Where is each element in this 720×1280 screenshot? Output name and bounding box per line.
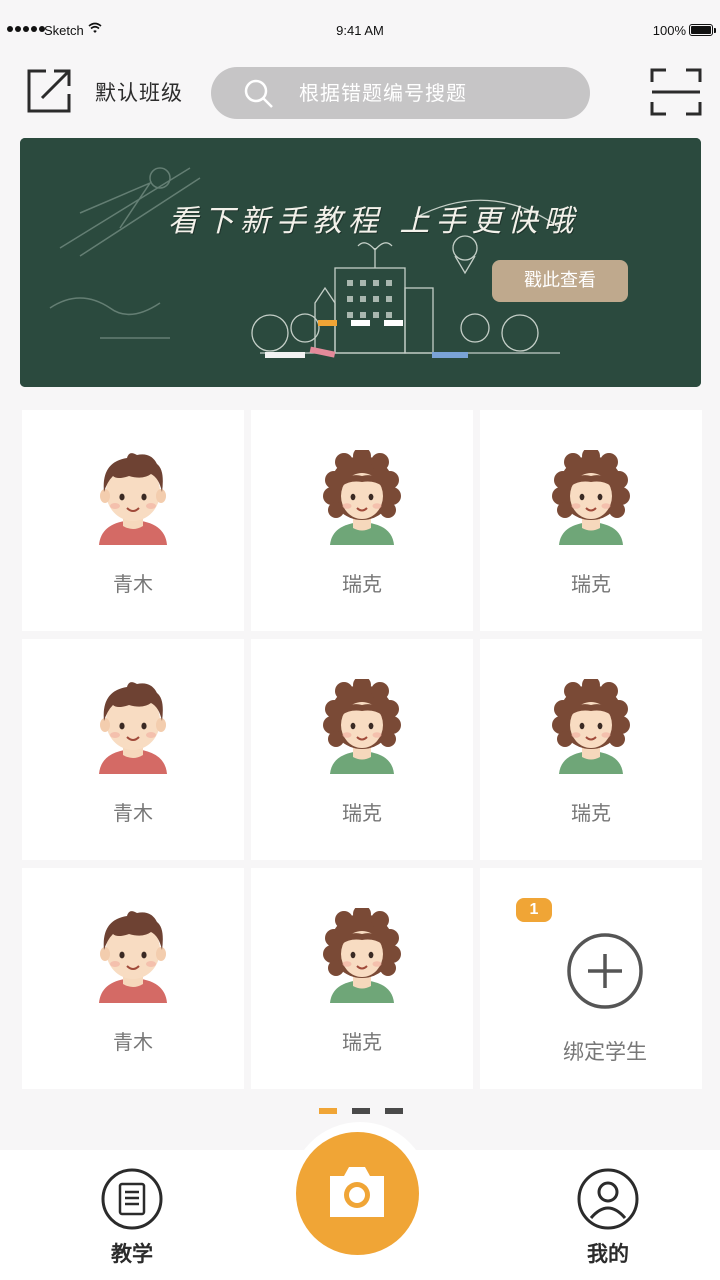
add-circle-icon <box>567 933 643 1009</box>
search-icon <box>244 79 273 108</box>
boy-avatar-icon <box>93 450 173 545</box>
student-name: 青木 <box>113 801 153 825</box>
scan-icon[interactable] <box>650 66 702 118</box>
header: 默认班级 <box>0 62 720 124</box>
student-card[interactable]: 青木 <box>22 639 244 860</box>
tab-teaching[interactable]: 教学 <box>72 1168 192 1278</box>
status-bar: Sketch 9:41 AM 100% <box>0 0 720 62</box>
student-name: 瑞克 <box>342 801 382 825</box>
notification-badge: 1 <box>516 898 552 922</box>
girl-avatar-icon <box>551 450 631 545</box>
student-card[interactable]: 瑞克 <box>251 410 473 631</box>
student-name: 青木 <box>113 572 153 596</box>
view-tutorial-button[interactable]: 戳此查看 <box>492 260 628 302</box>
girl-avatar-icon <box>551 679 631 774</box>
girl-avatar-icon <box>322 679 402 774</box>
tab-label: 我的 <box>587 1242 629 1266</box>
page-dot[interactable] <box>352 1108 370 1114</box>
student-name: 瑞克 <box>342 572 382 596</box>
tab-mine[interactable]: 我的 <box>548 1168 668 1278</box>
tutorial-banner[interactable]: 看下新手教程 上手更快哦 戳此查看 <box>20 138 701 387</box>
student-card[interactable]: 瑞克 <box>251 868 473 1089</box>
student-name: 瑞克 <box>571 572 611 596</box>
document-icon <box>101 1168 163 1230</box>
tab-label: 教学 <box>111 1242 153 1266</box>
student-name: 青木 <box>113 1030 153 1054</box>
page-dot[interactable] <box>385 1108 403 1114</box>
banner-title: 看下新手教程 上手更快哦 <box>168 204 580 239</box>
banner-dot[interactable] <box>384 320 403 326</box>
student-card[interactable]: 青木 <box>22 868 244 1089</box>
student-name: 瑞克 <box>571 801 611 825</box>
battery-percentage: 100% <box>652 23 686 38</box>
bind-student-label: 绑定学生 <box>563 1040 647 1064</box>
camera-button[interactable] <box>296 1132 419 1255</box>
class-title[interactable]: 默认班级 <box>95 77 183 107</box>
student-card[interactable]: 瑞克 <box>480 410 702 631</box>
grid-pagination <box>319 1108 403 1114</box>
banner-dot[interactable] <box>351 320 370 326</box>
share-icon[interactable] <box>24 66 74 116</box>
search-bar[interactable] <box>211 67 590 119</box>
camera-icon <box>330 1167 384 1217</box>
student-card[interactable]: 瑞克 <box>251 639 473 860</box>
bind-student-card[interactable]: 1 绑定学生 <box>480 868 702 1089</box>
search-input[interactable] <box>299 67 569 119</box>
page-dot[interactable] <box>319 1108 337 1114</box>
girl-avatar-icon <box>322 908 402 1003</box>
clock: 9:41 AM <box>336 23 384 38</box>
student-name: 瑞克 <box>342 1030 382 1054</box>
banner-pagination <box>318 320 403 326</box>
girl-avatar-icon <box>322 450 402 545</box>
profile-icon <box>577 1168 639 1230</box>
student-card[interactable]: 瑞克 <box>480 639 702 860</box>
student-card[interactable]: 青木 <box>22 410 244 631</box>
banner-dot[interactable] <box>318 320 337 326</box>
boy-avatar-icon <box>93 679 173 774</box>
battery-icon <box>689 24 716 36</box>
boy-avatar-icon <box>93 908 173 1003</box>
